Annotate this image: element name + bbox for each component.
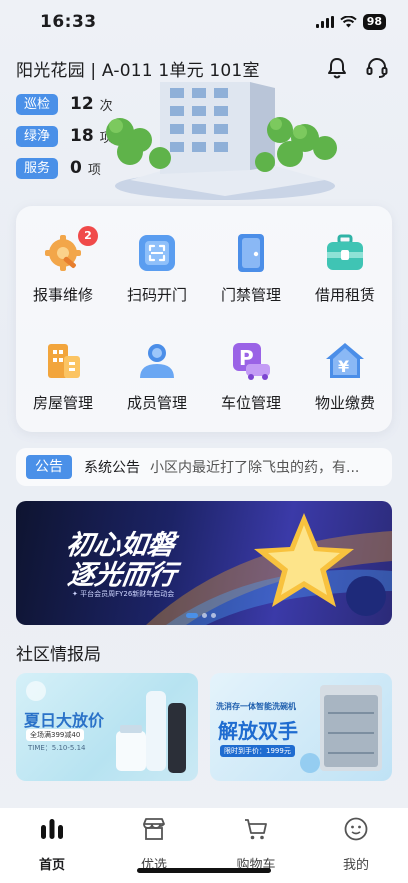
scan-door-icon [139,235,175,271]
pagination-dot[interactable] [186,613,198,618]
section-title: 社区情报局 [16,645,101,665]
stat-tag: 巡检 [16,93,58,115]
hero-section: 巡检 12 次 绿浄 18 项 服务 0 项 [0,82,408,206]
building-illustration [106,82,337,200]
promo-banner[interactable]: 初心如磐 逐光而行 ✦ 平台会员周FY26新财年启动会 [16,501,392,625]
status-bar: 16:33 98 [0,0,408,44]
banner-pagination [186,613,216,618]
service-grid: 2 报事维修 扫码开门 门禁管理 借用租赁 房屋管理 成员管理 P 车位管理 ¥… [16,206,392,432]
battery-indicator: 98 [362,14,386,30]
tab-cart[interactable]: 购物车 [226,816,286,873]
service-label: 报事维修 [32,286,93,304]
wifi-icon [339,16,357,28]
tab-label: 首页 [38,858,65,873]
header: 阳光花园 | A-011 1单元 101室 [0,50,408,86]
notification-badge: 2 [78,226,98,246]
customer-service-icon[interactable] [364,55,390,81]
face-icon [344,817,368,841]
parking-car-icon: P [233,343,270,380]
service-property-fee[interactable]: ¥ 物业缴费 [298,340,392,440]
service-members[interactable]: 成员管理 [110,340,204,440]
stat-inspection: 巡检 12 次 [16,92,113,116]
home-bars-icon [41,819,63,839]
door-icon [238,234,264,272]
cart-icon [245,819,267,840]
fee-house-icon: ¥ [326,343,364,378]
service-label: 房屋管理 [32,394,93,412]
house-buildings-icon [48,344,80,378]
stat-service: 服务 0 项 [16,156,101,180]
stat-value: 12 [70,94,94,114]
store-icon [143,818,165,840]
announcement-title: 系统公告 [84,460,140,476]
tab-profile[interactable]: 我的 [326,816,386,873]
cellular-signal-icon [315,16,334,28]
promo-line: 全场满399减40 [26,729,85,741]
pagination-dot[interactable] [202,613,207,618]
promo-title: 解放双手 [218,719,298,743]
banner-line-2: 逐光而行 [65,560,179,591]
home-indicator [137,868,271,873]
promo-card-dishwasher[interactable]: 洗消存一体智能洗碗机 解放双手 限时到手价：1999元 [210,673,392,781]
promo-title: 夏日大放价 [24,711,105,730]
stat-tag: 绿浄 [16,125,58,147]
stat-unit: 项 [87,162,101,178]
banner-subtitle: ✦ 平台会员周FY26新财年启动会 [72,590,175,598]
toolbox-icon [327,234,363,270]
service-label: 扫码开门 [126,286,187,304]
tab-home[interactable]: 首页 [22,816,82,873]
service-label: 物业缴费 [314,394,375,412]
tab-label: 我的 [342,858,369,873]
promo-line: TIME：5.10-5.14 [28,744,86,752]
stat-value: 0 [70,158,82,178]
service-label: 车位管理 [220,394,281,412]
tab-selected[interactable]: 优选 [124,816,184,873]
status-icons: 98 [315,14,386,30]
announcement-tag: 公告 [26,455,72,479]
service-label: 成员管理 [126,394,187,412]
banner-title: 初心如磐 逐光而行 [60,530,182,591]
service-scan-open[interactable]: 扫码开门 [110,232,204,332]
announcement-bar[interactable]: 公告 系统公告 小区内最近打了除飞虫的药，有... [16,448,392,486]
service-label: 借用租赁 [314,286,375,304]
community-address[interactable]: 阳光花园 | A-011 1单元 101室 [16,56,260,81]
announcement-text: 小区内最近打了除飞虫的药，有... [150,460,360,476]
status-time: 16:33 [40,12,97,32]
promo-line: 洗消存一体智能洗碗机 [216,702,296,711]
svg-text:¥: ¥ [338,357,349,376]
promo-card-summer-sale[interactable]: 夏日大放价 全场满399减40 TIME：5.10-5.14 [16,673,198,781]
service-access-control[interactable]: 门禁管理 [204,232,298,332]
stat-tag: 服务 [16,157,58,179]
stat-cleaning: 绿浄 18 项 [16,124,113,148]
pagination-dot[interactable] [211,613,216,618]
service-parking[interactable]: P 车位管理 [204,340,298,440]
promo-line: 限时到手价：1999元 [220,745,295,757]
banner-line-1: 初心如磐 [64,530,177,561]
service-label: 门禁管理 [220,286,281,304]
notification-bell-icon[interactable] [324,55,350,81]
service-house[interactable]: 房屋管理 [16,340,110,440]
service-repair[interactable]: 2 报事维修 [16,226,110,332]
service-borrow-rent[interactable]: 借用租赁 [298,232,392,332]
stat-value: 18 [70,126,94,146]
person-icon [140,344,174,378]
